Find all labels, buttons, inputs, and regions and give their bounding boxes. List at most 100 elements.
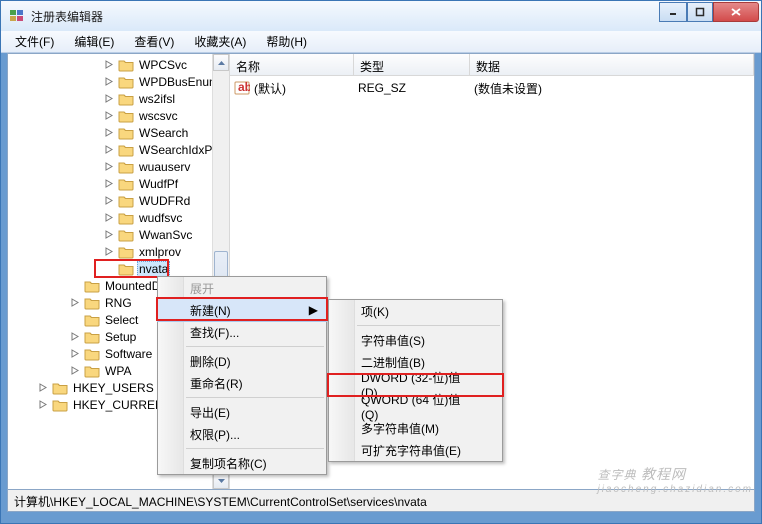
expand-toggle-icon[interactable]	[104, 246, 115, 257]
tree-item[interactable]: WSearch	[8, 124, 229, 141]
col-name[interactable]: 名称	[230, 54, 354, 75]
tree-label: HKEY_USERS	[71, 381, 156, 395]
tree-label: WSearch	[137, 126, 190, 140]
expand-toggle-icon[interactable]	[104, 110, 115, 121]
tree-item[interactable]: WPDBusEnum	[8, 73, 229, 90]
expand-toggle-icon[interactable]	[70, 280, 81, 291]
ctx-rename[interactable]: 重命名(R)	[158, 372, 326, 394]
tree-item[interactable]: WudfPf	[8, 175, 229, 192]
col-data[interactable]: 数据	[470, 54, 754, 75]
sub-string[interactable]: 字符串值(S)	[329, 329, 502, 351]
watermark: 查字典 教程网 jiaocheng.chazidian.com	[597, 464, 753, 495]
expand-toggle-icon[interactable]	[104, 212, 115, 223]
menu-help[interactable]: 帮助(H)	[256, 30, 317, 53]
folder-icon	[118, 143, 134, 157]
folder-icon	[118, 211, 134, 225]
minimize-button[interactable]	[659, 2, 687, 22]
separator	[186, 397, 324, 398]
svg-text:ab: ab	[238, 80, 250, 94]
tree-item[interactable]: WSearchIdxPi	[8, 141, 229, 158]
tree-label: WudfPf	[137, 177, 180, 191]
folder-icon	[118, 262, 134, 276]
tree-label: WUDFRd	[137, 194, 192, 208]
tree-label: xmlprov	[137, 245, 183, 259]
tree-label: Setup	[103, 330, 138, 344]
tree-label: WPCSvc	[137, 58, 189, 72]
folder-icon	[84, 296, 100, 310]
ctx-export[interactable]: 导出(E)	[158, 401, 326, 423]
menu-view[interactable]: 查看(V)	[124, 30, 184, 53]
tree-item[interactable]: xmlprov	[8, 243, 229, 260]
sub-key[interactable]: 项(K)	[329, 300, 502, 322]
ctx-delete[interactable]: 删除(D)	[158, 350, 326, 372]
window-title: 注册表编辑器	[31, 8, 761, 25]
tree-item[interactable]: wudfsvc	[8, 209, 229, 226]
expand-toggle-icon[interactable]	[70, 348, 81, 359]
tree-item[interactable]: WPCSvc	[8, 56, 229, 73]
tree-label: Software	[103, 347, 154, 361]
expand-toggle-icon[interactable]	[104, 195, 115, 206]
expand-toggle-icon[interactable]	[104, 263, 115, 274]
ctx-find[interactable]: 查找(F)...	[158, 321, 326, 343]
expand-toggle-icon[interactable]	[70, 297, 81, 308]
sub-multi-string[interactable]: 多字符串值(M)	[329, 417, 502, 439]
list-row[interactable]: ab (默认) REG_SZ (数值未设置)	[230, 79, 754, 97]
ctx-expand[interactable]: 展开	[158, 277, 326, 299]
menu-favorites[interactable]: 收藏夹(A)	[184, 30, 256, 53]
expand-toggle-icon[interactable]	[70, 331, 81, 342]
ctx-permissions[interactable]: 权限(P)...	[158, 423, 326, 445]
tree-label: wscsvc	[137, 109, 180, 123]
expand-toggle-icon[interactable]	[104, 144, 115, 155]
tree-label: wuauserv	[137, 160, 192, 174]
tree-item[interactable]: nvata	[8, 260, 229, 277]
sub-expandable-string[interactable]: 可扩充字符串值(E)	[329, 439, 502, 461]
expand-toggle-icon[interactable]	[70, 314, 81, 325]
tree-label: WPA	[103, 364, 133, 378]
tree-item[interactable]: WUDFRd	[8, 192, 229, 209]
tree-item[interactable]: wscsvc	[8, 107, 229, 124]
expand-toggle-icon[interactable]	[104, 161, 115, 172]
close-button[interactable]	[713, 2, 759, 22]
string-value-icon: ab	[234, 80, 250, 96]
folder-icon	[52, 381, 68, 395]
ctx-new[interactable]: 新建(N)▶	[158, 299, 326, 321]
context-menu: 展开 新建(N)▶ 查找(F)... 删除(D) 重命名(R) 导出(E) 权限…	[157, 276, 327, 475]
expand-toggle-icon[interactable]	[104, 93, 115, 104]
tree-item[interactable]: ws2ifsl	[8, 90, 229, 107]
folder-icon	[84, 330, 100, 344]
tree-label: ws2ifsl	[137, 92, 177, 106]
separator	[186, 448, 324, 449]
expand-toggle-icon[interactable]	[104, 59, 115, 70]
expand-toggle-icon[interactable]	[104, 178, 115, 189]
chevron-right-icon: ▶	[309, 303, 318, 317]
folder-icon	[118, 177, 134, 191]
menu-file[interactable]: 文件(F)	[5, 30, 64, 53]
expand-toggle-icon[interactable]	[38, 399, 49, 410]
tree-item[interactable]: WwanSvc	[8, 226, 229, 243]
window-controls	[659, 2, 759, 22]
expand-toggle-icon[interactable]	[104, 76, 115, 87]
ctx-copy-key-name[interactable]: 复制项名称(C)	[158, 452, 326, 474]
status-path: 计算机\HKEY_LOCAL_MACHINE\SYSTEM\CurrentCon…	[14, 495, 427, 509]
expand-toggle-icon[interactable]	[70, 365, 81, 376]
tree-label: WSearchIdxPi	[137, 143, 217, 157]
col-type[interactable]: 类型	[354, 54, 470, 75]
expand-toggle-icon[interactable]	[104, 229, 115, 240]
list-header: 名称 类型 数据	[230, 54, 754, 76]
tree-item[interactable]: wuauserv	[8, 158, 229, 175]
folder-icon	[118, 75, 134, 89]
sub-qword[interactable]: QWORD (64 位)值(Q)	[329, 395, 502, 417]
tree-label: WPDBusEnum	[137, 75, 221, 89]
value-type: REG_SZ	[358, 81, 474, 95]
expand-toggle-icon[interactable]	[104, 127, 115, 138]
folder-icon	[118, 58, 134, 72]
app-icon	[9, 8, 25, 24]
tree-label: nvata	[137, 261, 170, 277]
folder-icon	[118, 126, 134, 140]
folder-icon	[118, 194, 134, 208]
folder-icon	[118, 228, 134, 242]
maximize-button[interactable]	[687, 2, 713, 22]
tree-label: wudfsvc	[137, 211, 184, 225]
menu-edit[interactable]: 编辑(E)	[64, 30, 124, 53]
expand-toggle-icon[interactable]	[38, 382, 49, 393]
